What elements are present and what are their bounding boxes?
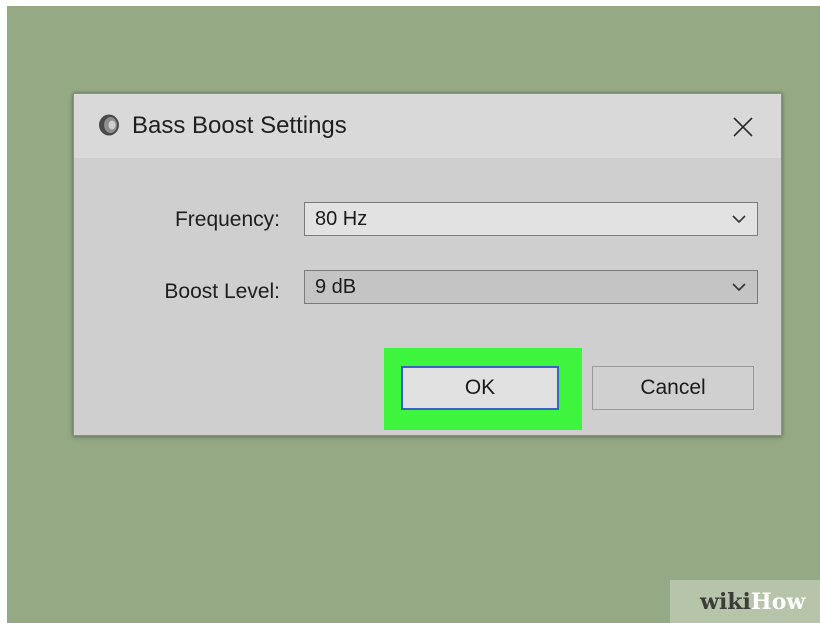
title-bar: Bass Boost Settings <box>74 94 781 158</box>
bass-boost-dialog: Bass Boost Settings Frequency: 80 Hz Boo… <box>73 93 782 436</box>
frequency-select[interactable]: 80 Hz <box>304 202 758 236</box>
boost-level-label: Boost Level: <box>164 280 280 303</box>
chevron-down-icon <box>732 215 746 224</box>
desktop-background: Bass Boost Settings Frequency: 80 Hz Boo… <box>7 6 820 623</box>
speaker-icon <box>99 114 119 136</box>
dialog-title: Bass Boost Settings <box>132 112 347 139</box>
cancel-button[interactable]: Cancel <box>592 366 754 410</box>
wikihow-watermark: wiki How <box>670 580 820 623</box>
frequency-value: 80 Hz <box>315 208 368 230</box>
chevron-down-icon <box>732 283 746 292</box>
watermark-wiki: wiki <box>700 588 751 615</box>
ok-button[interactable]: OK <box>401 366 559 410</box>
close-icon <box>733 117 753 137</box>
boost-level-select[interactable]: 9 dB <box>304 270 758 304</box>
frequency-label: Frequency: <box>174 208 280 231</box>
close-button[interactable] <box>726 110 760 144</box>
boost-level-value: 9 dB <box>315 276 357 298</box>
watermark-how: How <box>750 588 806 615</box>
